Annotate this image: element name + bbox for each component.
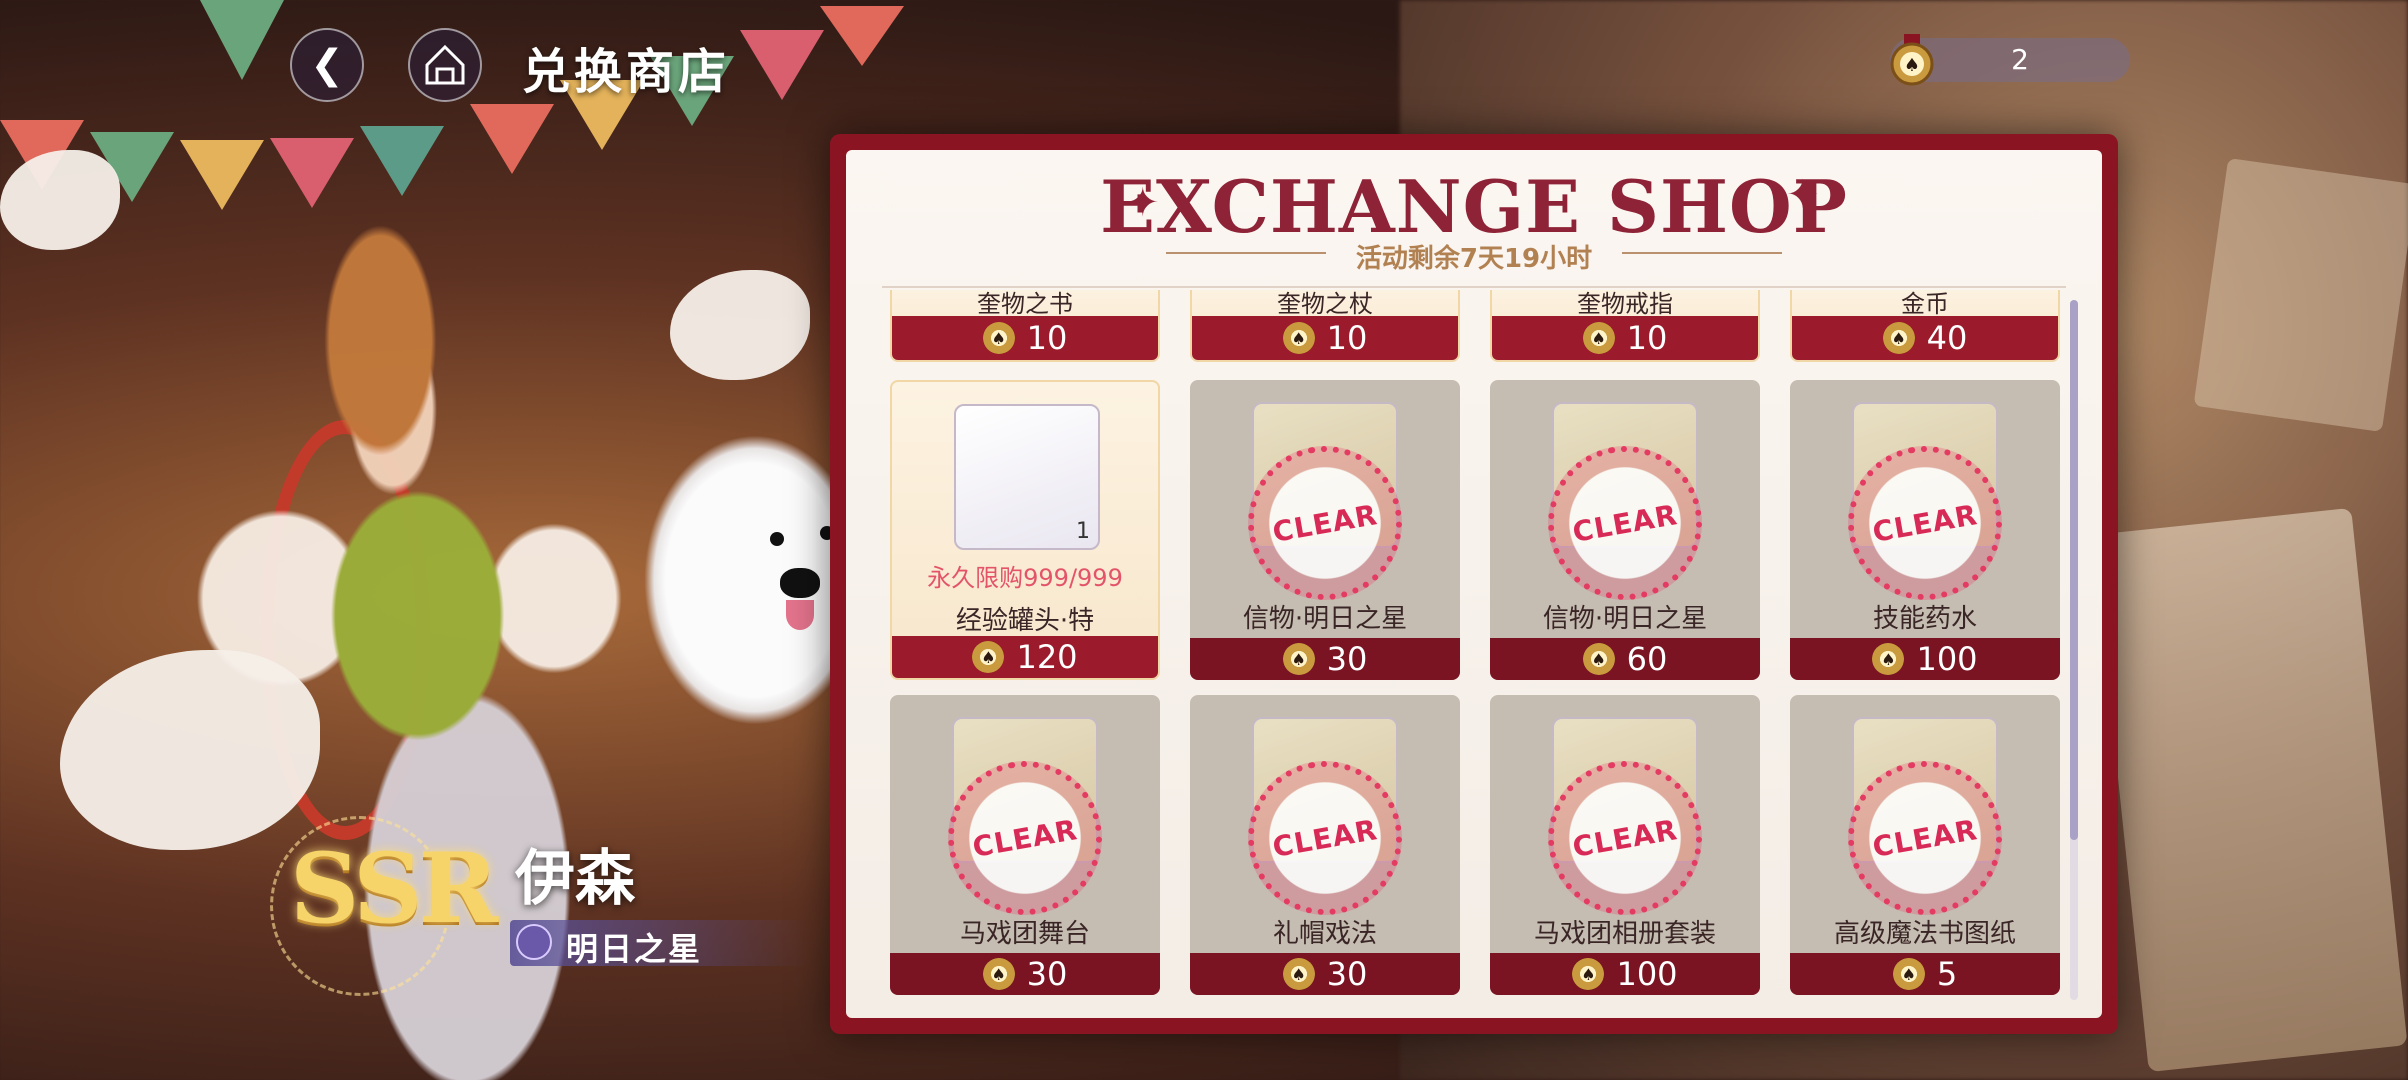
- shop-item-card[interactable]: 奎物之书 ♠ 10: [890, 290, 1160, 362]
- price-bar: ♠ 10: [892, 316, 1158, 360]
- price-bar: ♠ 30: [1190, 953, 1460, 995]
- item-price: 60: [1626, 640, 1668, 678]
- item-price: 30: [1026, 955, 1068, 993]
- medal-coin-icon: ♠: [1282, 958, 1315, 990]
- rarity-label: SSR: [290, 832, 498, 945]
- price-bar: ♠ 60: [1490, 638, 1760, 680]
- item-name: 信物·明日之星: [1242, 604, 1408, 634]
- shop-item-card[interactable]: CLEAR 信物·明日之星 ♠ 30: [1190, 380, 1460, 680]
- shop-item-card[interactable]: CLEAR 马戏团舞台 ♠ 30: [890, 695, 1160, 995]
- background-sign-decoration: [2193, 157, 2408, 433]
- medal-coin-icon: ♠: [1890, 34, 1934, 86]
- item-price: 10: [1026, 319, 1068, 357]
- scrollbar-thumb[interactable]: [2070, 300, 2078, 840]
- shop-item-card[interactable]: CLEAR 信物·明日之星 ♠ 60: [1490, 380, 1760, 680]
- chevron-left-icon: ❮: [310, 42, 344, 88]
- shop-scrollbar[interactable]: [2070, 300, 2078, 1000]
- item-name: 技能药水: [1872, 604, 1977, 634]
- event-countdown: 活动剩余7天19小时: [1355, 244, 1593, 274]
- medal-coin-icon: ♠: [1892, 958, 1925, 990]
- shop-header: ✦ ✦ EXCHANGE SHOP 活动剩余7天19小时: [846, 150, 2102, 290]
- medal-coin-icon: ♠: [1282, 322, 1315, 354]
- medal-coin-icon: ♠: [1882, 322, 1915, 354]
- svg-text:♠: ♠: [1904, 55, 1920, 76]
- dog-nose: [780, 568, 820, 598]
- price-bar: ♠ 10: [1192, 316, 1458, 360]
- currency-value: 2: [2011, 43, 2029, 76]
- price-bar: ♠ 120: [892, 636, 1158, 678]
- item-name: 奎物戒指: [1577, 290, 1673, 318]
- medal-coin-icon: ♠: [1582, 322, 1615, 354]
- price-bar: ♠ 100: [1490, 953, 1760, 995]
- sold-out-stamp-text: CLEAR: [1870, 812, 1980, 864]
- medal-coin-icon: ♠: [1872, 643, 1905, 675]
- exp-can-item-icon: 1: [954, 404, 1100, 550]
- item-name: 礼帽戏法: [1272, 919, 1377, 949]
- item-quantity: 1: [1076, 519, 1090, 544]
- medal-coin-icon: ♠: [1282, 643, 1315, 675]
- item-name: 金币: [1901, 290, 1949, 318]
- shop-panel: ✦ ✦ EXCHANGE SHOP 活动剩余7天19小时 奎物之书 ♠ 10 奎物…: [846, 150, 2102, 1018]
- price-bar: ♠ 30: [1190, 638, 1460, 680]
- card-title: 明日之星: [566, 930, 703, 968]
- shop-item-card[interactable]: CLEAR 技能药水 ♠ 100: [1790, 380, 2060, 680]
- shop-tent-button[interactable]: [408, 28, 482, 102]
- shop-item-card[interactable]: 1 永久限购999/999 经验罐头·特 ♠ 120: [890, 380, 1160, 680]
- shop-item-card[interactable]: 奎物之杖 ♠ 10: [1190, 290, 1460, 362]
- item-price: 100: [1916, 640, 1978, 678]
- price-bar: ♠ 10: [1492, 316, 1758, 360]
- item-name: 马戏团舞台: [959, 919, 1090, 949]
- item-name: 马戏团相册套装: [1533, 919, 1716, 949]
- character-badge: SSR 伊森 明日之星: [260, 810, 820, 1000]
- price-bar: ♠ 5: [1790, 953, 2060, 995]
- item-name: 奎物之书: [977, 290, 1073, 318]
- item-price: 5: [1936, 955, 1958, 993]
- sold-out-stamp-text: CLEAR: [1870, 497, 1980, 549]
- item-price: 40: [1926, 319, 1968, 357]
- item-name: 奎物之杖: [1277, 290, 1373, 318]
- sold-out-stamp-text: CLEAR: [1270, 497, 1380, 549]
- attribute-icon: [516, 924, 552, 960]
- shop-item-card[interactable]: 金币 ♠ 40: [1790, 290, 2060, 362]
- item-price: 10: [1626, 319, 1668, 357]
- medal-coin-icon: ♠: [1572, 958, 1605, 990]
- shop-item-card[interactable]: CLEAR 马戏团相册套装 ♠ 100: [1490, 695, 1760, 995]
- item-price: 30: [1326, 640, 1368, 678]
- item-price: 30: [1326, 955, 1368, 993]
- item-price: 120: [1016, 638, 1078, 676]
- sold-out-stamp-text: CLEAR: [1570, 812, 1680, 864]
- item-name: 经验罐头·特: [955, 606, 1095, 636]
- item-name: 高级魔法书图纸: [1833, 919, 2016, 949]
- item-price: 100: [1616, 955, 1678, 993]
- item-price: 10: [1326, 319, 1368, 357]
- medal-coin-icon: ♠: [1582, 643, 1615, 675]
- header-divider: [882, 286, 2066, 288]
- price-bar: ♠ 30: [890, 953, 1160, 995]
- medal-coin-icon: ♠: [972, 641, 1005, 673]
- shop-item-card[interactable]: 奎物戒指 ♠ 10: [1490, 290, 1760, 362]
- item-name: 信物·明日之星: [1542, 604, 1708, 634]
- dog-eye: [770, 532, 784, 546]
- tent-icon: [425, 45, 465, 85]
- sold-out-stamp-text: CLEAR: [970, 812, 1080, 864]
- price-bar: ♠ 100: [1790, 638, 2060, 680]
- shop-item-grid: 奎物之书 ♠ 10 奎物之杖 ♠ 10 奎物戒指 ♠ 10 金币 ♠ 40 1 永久限购…: [846, 290, 2102, 1018]
- back-button[interactable]: ❮: [290, 28, 364, 102]
- dog-tongue: [786, 600, 814, 630]
- sold-out-stamp-text: CLEAR: [1570, 497, 1680, 549]
- medal-coin-icon: ♠: [982, 958, 1015, 990]
- medal-coin-icon: ♠: [982, 322, 1015, 354]
- purchase-limit: 永久限购999/999: [927, 564, 1123, 592]
- shop-item-card[interactable]: CLEAR 礼帽戏法 ♠ 30: [1190, 695, 1460, 995]
- sold-out-stamp-text: CLEAR: [1270, 812, 1380, 864]
- character-name: 伊森: [515, 844, 635, 914]
- shop-heading: EXCHANGE SHOP: [1100, 164, 1848, 249]
- price-bar: ♠ 40: [1792, 316, 2058, 360]
- page-title: 兑换商店: [522, 44, 731, 100]
- shop-item-card[interactable]: CLEAR 高级魔法书图纸 ♠ 5: [1790, 695, 2060, 995]
